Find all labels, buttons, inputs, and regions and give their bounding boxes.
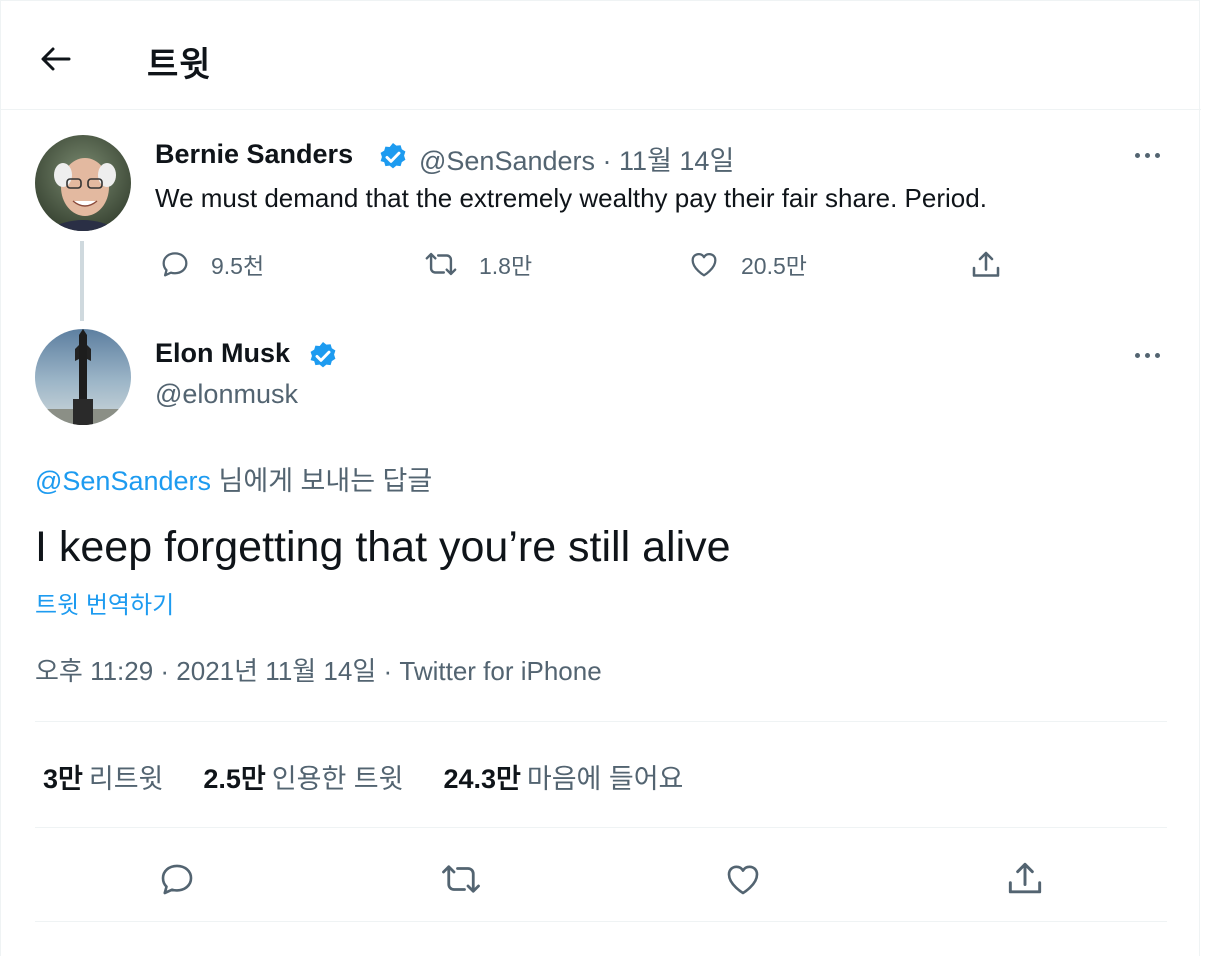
stat-label: 마음에 들어요: [526, 764, 684, 794]
bernie-avatar[interactable]: [35, 135, 131, 231]
tweet-page: 트윗 Bernie Sanders @SenSanders · 11월 14일 …: [0, 0, 1201, 956]
more-button[interactable]: [1129, 145, 1165, 165]
more-icon: [1134, 152, 1140, 158]
tweet-date[interactable]: 11월 14일: [619, 146, 734, 176]
like-icon: [691, 252, 717, 277]
retweet-button[interactable]: [433, 851, 489, 907]
author-handle-line: @SenSanders · 11월 14일: [419, 139, 734, 178]
retweet-icon: [442, 865, 480, 893]
stat-value: 2.5만: [203, 764, 266, 794]
tweet-meta: 오후 11:29 · 2021년 11월 14일 · Twitter for i…: [35, 656, 602, 686]
retweet-count: 1.8만: [479, 253, 533, 279]
share-button[interactable]: [967, 247, 1005, 283]
author-handle[interactable]: @SenSanders: [419, 146, 595, 176]
reply-context-text: 님에게 보내는 답글: [211, 466, 433, 496]
retweet-button[interactable]: 1.8만: [421, 247, 532, 281]
share-icon: [1008, 862, 1042, 894]
author-name[interactable]: Elon Musk: [155, 338, 290, 369]
like-button[interactable]: [715, 851, 771, 907]
share-icon: [972, 251, 1000, 277]
stat-label: 리트윗: [88, 764, 164, 794]
back-button[interactable]: [31, 37, 79, 81]
tweet-stats: 3만 리트윗 2.5만 인용한 트윗 24.3만 마음에 들어요: [43, 757, 683, 796]
back-arrow-icon: [41, 47, 71, 71]
tweet-text: We must demand that the extremely wealth…: [155, 183, 987, 213]
like-button[interactable]: 20.5만: [685, 247, 807, 281]
likes-stat[interactable]: 24.3만 마음에 들어요: [443, 757, 683, 796]
stat-value: 3만: [43, 764, 83, 794]
reply-button[interactable]: 9.5천: [157, 247, 264, 281]
page-title: 트윗: [147, 46, 212, 84]
more-button[interactable]: [1129, 345, 1165, 365]
tweet-text: I keep forgetting that you’re still aliv…: [35, 523, 731, 571]
verified-badge-icon: [380, 143, 406, 169]
separator: ·: [602, 146, 612, 176]
translate-link[interactable]: 트윗 번역하기: [35, 585, 174, 620]
elon-avatar[interactable]: [35, 329, 131, 425]
stat-value: 24.3만: [443, 764, 521, 794]
like-count: 20.5만: [741, 253, 807, 279]
author-name[interactable]: Bernie Sanders: [155, 139, 353, 170]
reply-button[interactable]: [149, 851, 205, 907]
retweets-stat[interactable]: 3만 리트윗: [43, 757, 163, 796]
mention-link[interactable]: @SenSanders: [35, 466, 211, 496]
retweet-icon: [425, 252, 457, 276]
reply-context: @SenSanders 님에게 보내는 답글: [35, 459, 432, 498]
stat-label: 인용한 트윗: [271, 764, 404, 794]
reply-icon: [162, 252, 188, 277]
thread-connector: [80, 241, 84, 321]
reply-icon: [161, 864, 193, 895]
quote-tweets-stat[interactable]: 2.5만 인용한 트윗: [203, 757, 403, 796]
page-header: 트윗: [1, 1, 1201, 110]
divider: [35, 721, 1167, 722]
divider: [35, 827, 1167, 828]
author-handle[interactable]: @elonmusk: [155, 379, 298, 410]
divider: [35, 921, 1167, 922]
more-icon: [1134, 352, 1140, 358]
reply-count: 9.5천: [211, 253, 265, 279]
share-button[interactable]: [997, 851, 1053, 907]
verified-badge-icon: [310, 342, 336, 368]
like-icon: [727, 865, 759, 895]
